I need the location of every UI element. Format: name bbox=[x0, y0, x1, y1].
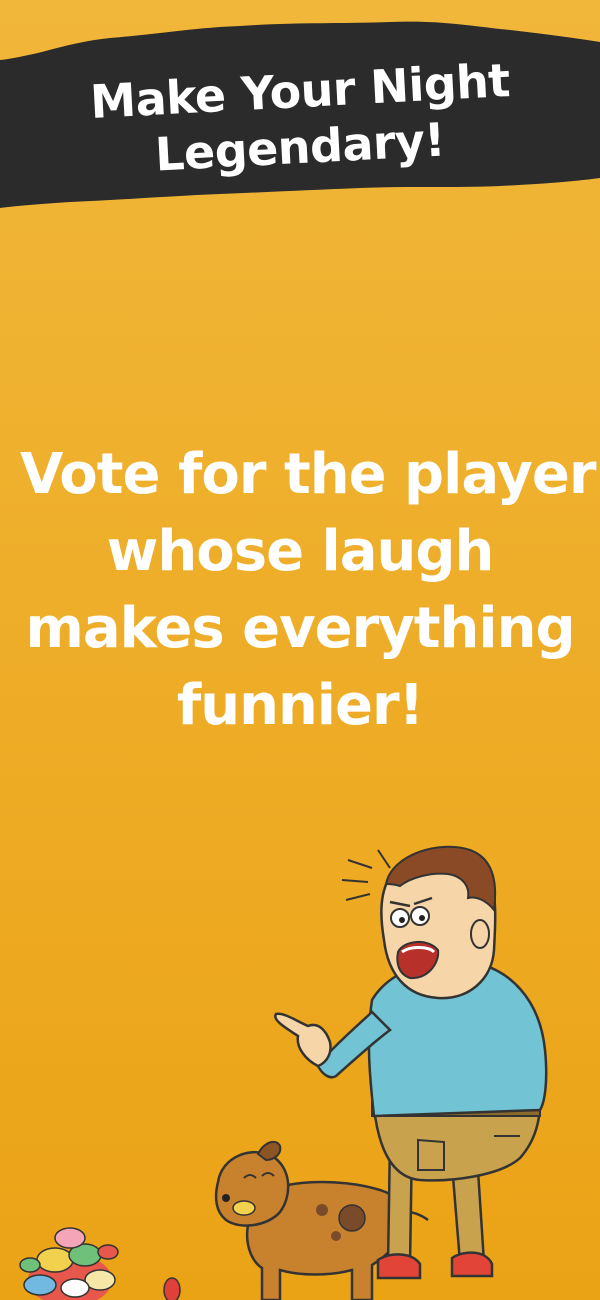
game-screen: Make Your Night Legendary! Vote for the … bbox=[0, 0, 600, 1300]
vote-prompt: Vote for the player whose laugh makes ev… bbox=[20, 436, 597, 744]
vote-prompt-line-2: whose laugh bbox=[106, 519, 495, 584]
vote-prompt-line-1: Vote for the player bbox=[20, 442, 597, 507]
vote-prompt-line-3: makes everything bbox=[25, 596, 575, 661]
vote-prompt-line-4: funnier! bbox=[176, 673, 424, 738]
candy-pile-icon bbox=[19, 1227, 181, 1300]
man-pointing-with-dog-illustration bbox=[19, 845, 548, 1300]
headline-banner: Make Your Night Legendary! bbox=[0, 0, 600, 220]
